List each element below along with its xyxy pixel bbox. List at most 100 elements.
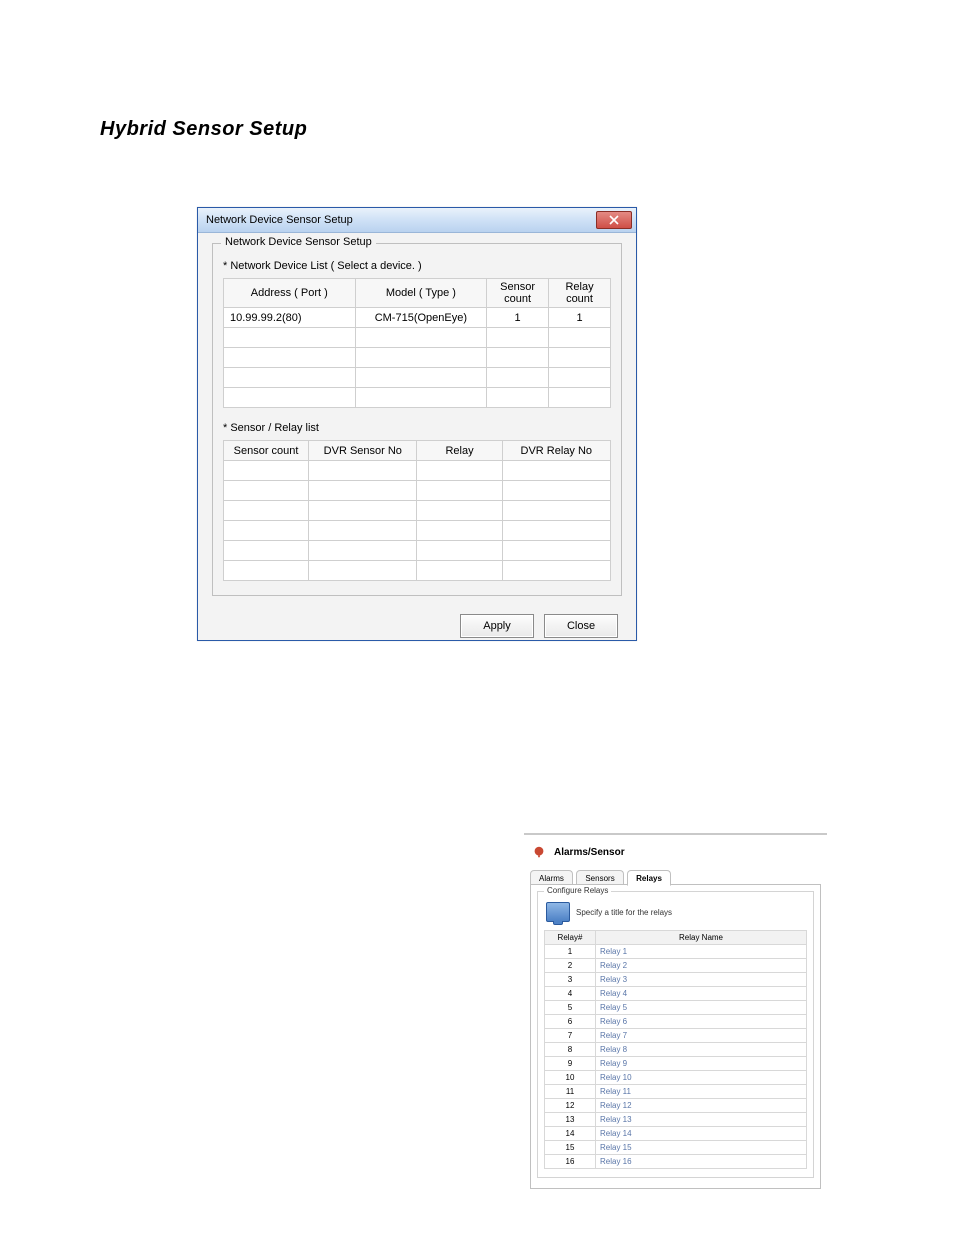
tab-alarms[interactable]: Alarms bbox=[530, 870, 573, 885]
network-device-sensor-setup-dialog: Network Device Sensor Setup Network Devi… bbox=[197, 207, 637, 641]
relay-row[interactable]: 9Relay 9 bbox=[545, 1057, 807, 1071]
sensor-relay-list-label: * Sensor / Relay list bbox=[223, 422, 611, 434]
sensor-row-empty bbox=[224, 461, 611, 481]
network-device-sensor-setup-group: Network Device Sensor Setup * Network De… bbox=[212, 243, 622, 596]
sensor-table-header-row: Sensor count DVR Sensor No Relay DVR Rel… bbox=[224, 441, 611, 461]
relay-num: 12 bbox=[545, 1099, 596, 1113]
relay-num: 10 bbox=[545, 1071, 596, 1085]
col-sensor-count-2: Sensor count bbox=[224, 441, 309, 461]
relay-row[interactable]: 5Relay 5 bbox=[545, 1001, 807, 1015]
close-icon bbox=[609, 215, 619, 225]
device-sensor-count: 1 bbox=[487, 308, 549, 328]
tab-relays[interactable]: Relays bbox=[627, 870, 671, 886]
relay-row[interactable]: 7Relay 7 bbox=[545, 1029, 807, 1043]
relay-name[interactable]: Relay 1 bbox=[596, 945, 807, 959]
relay-row[interactable]: 3Relay 3 bbox=[545, 973, 807, 987]
relay-num: 14 bbox=[545, 1127, 596, 1141]
relay-row[interactable]: 16Relay 16 bbox=[545, 1155, 807, 1169]
relay-name[interactable]: Relay 16 bbox=[596, 1155, 807, 1169]
relay-table[interactable]: Relay# Relay Name 1Relay 12Relay 23Relay… bbox=[544, 930, 807, 1169]
dialog-titlebar: Network Device Sensor Setup bbox=[198, 208, 636, 233]
relay-name[interactable]: Relay 8 bbox=[596, 1043, 807, 1057]
alarms-sensor-title: Alarms/Sensor bbox=[554, 847, 625, 858]
relay-num: 13 bbox=[545, 1113, 596, 1127]
relay-row[interactable]: 2Relay 2 bbox=[545, 959, 807, 973]
col-dvr-sensor-no: DVR Sensor No bbox=[309, 441, 417, 461]
dialog-title: Network Device Sensor Setup bbox=[206, 214, 353, 226]
close-button[interactable]: Close bbox=[544, 614, 618, 638]
close-window-button[interactable] bbox=[596, 211, 632, 229]
sensor-row-empty bbox=[224, 521, 611, 541]
device-relay-count: 1 bbox=[549, 308, 611, 328]
relay-num: 15 bbox=[545, 1141, 596, 1155]
col-relay-count: Relay count bbox=[549, 279, 611, 308]
device-row[interactable]: 10.99.99.2(80) CM-715(OpenEye) 1 1 bbox=[224, 308, 611, 328]
monitor-icon bbox=[546, 902, 570, 922]
relay-num: 2 bbox=[545, 959, 596, 973]
alarms-sensor-panel: Alarms/Sensor Alarms Sensors Relays Conf… bbox=[524, 833, 827, 1195]
relay-row[interactable]: 15Relay 15 bbox=[545, 1141, 807, 1155]
relay-name[interactable]: Relay 11 bbox=[596, 1085, 807, 1099]
device-table-header-row: Address ( Port ) Model ( Type ) Sensor c… bbox=[224, 279, 611, 308]
relay-row[interactable]: 8Relay 8 bbox=[545, 1043, 807, 1057]
col-address: Address ( Port ) bbox=[224, 279, 356, 308]
relay-row[interactable]: 6Relay 6 bbox=[545, 1015, 807, 1029]
relay-num: 6 bbox=[545, 1015, 596, 1029]
col-dvr-relay-no: DVR Relay No bbox=[502, 441, 610, 461]
relay-name[interactable]: Relay 6 bbox=[596, 1015, 807, 1029]
device-address: 10.99.99.2(80) bbox=[224, 308, 356, 328]
tab-row: Alarms Sensors Relays bbox=[530, 867, 821, 885]
relay-num: 16 bbox=[545, 1155, 596, 1169]
relay-num: 3 bbox=[545, 973, 596, 987]
relay-name[interactable]: Relay 12 bbox=[596, 1099, 807, 1113]
relay-name[interactable]: Relay 2 bbox=[596, 959, 807, 973]
relay-row[interactable]: 13Relay 13 bbox=[545, 1113, 807, 1127]
bell-icon bbox=[532, 845, 546, 859]
apply-button[interactable]: Apply bbox=[460, 614, 534, 638]
relay-num: 9 bbox=[545, 1057, 596, 1071]
relay-header-row: Relay# Relay Name bbox=[545, 931, 807, 945]
relay-num: 11 bbox=[545, 1085, 596, 1099]
col-model: Model ( Type ) bbox=[355, 279, 487, 308]
relay-name[interactable]: Relay 14 bbox=[596, 1127, 807, 1141]
relay-name[interactable]: Relay 4 bbox=[596, 987, 807, 1001]
relay-name[interactable]: Relay 13 bbox=[596, 1113, 807, 1127]
tab-sensors[interactable]: Sensors bbox=[576, 870, 623, 885]
relay-row[interactable]: 11Relay 11 bbox=[545, 1085, 807, 1099]
col-relay-name: Relay Name bbox=[596, 931, 807, 945]
sensor-row-empty bbox=[224, 561, 611, 581]
relay-name[interactable]: Relay 9 bbox=[596, 1057, 807, 1071]
device-list-table[interactable]: Address ( Port ) Model ( Type ) Sensor c… bbox=[223, 278, 611, 408]
device-row-empty bbox=[224, 388, 611, 408]
device-row-empty bbox=[224, 348, 611, 368]
device-list-label: * Network Device List ( Select a device.… bbox=[223, 260, 611, 272]
relay-name[interactable]: Relay 5 bbox=[596, 1001, 807, 1015]
col-relay: Relay bbox=[417, 441, 502, 461]
sensor-row-empty bbox=[224, 541, 611, 561]
hint-text: Specify a title for the relays bbox=[576, 908, 672, 917]
relay-row[interactable]: 1Relay 1 bbox=[545, 945, 807, 959]
device-model: CM-715(OpenEye) bbox=[355, 308, 487, 328]
relay-num: 5 bbox=[545, 1001, 596, 1015]
group-legend: Network Device Sensor Setup bbox=[221, 236, 376, 248]
relay-num: 4 bbox=[545, 987, 596, 1001]
relay-row[interactable]: 4Relay 4 bbox=[545, 987, 807, 1001]
relay-num: 7 bbox=[545, 1029, 596, 1043]
configure-relays-group: Configure Relays Specify a title for the… bbox=[537, 891, 814, 1178]
configure-relays-legend: Configure Relays bbox=[544, 886, 611, 895]
col-relay-num: Relay# bbox=[545, 931, 596, 945]
relay-name[interactable]: Relay 10 bbox=[596, 1071, 807, 1085]
sensor-row-empty bbox=[224, 481, 611, 501]
sensor-relay-table[interactable]: Sensor count DVR Sensor No Relay DVR Rel… bbox=[223, 440, 611, 581]
relay-name[interactable]: Relay 7 bbox=[596, 1029, 807, 1043]
relay-row[interactable]: 12Relay 12 bbox=[545, 1099, 807, 1113]
relay-num: 8 bbox=[545, 1043, 596, 1057]
relay-row[interactable]: 14Relay 14 bbox=[545, 1127, 807, 1141]
page-title: Hybrid Sensor Setup bbox=[100, 118, 307, 141]
relay-name[interactable]: Relay 3 bbox=[596, 973, 807, 987]
relay-row[interactable]: 10Relay 10 bbox=[545, 1071, 807, 1085]
col-sensor-count: Sensor count bbox=[487, 279, 549, 308]
relay-name[interactable]: Relay 15 bbox=[596, 1141, 807, 1155]
hint-row: Specify a title for the relays bbox=[544, 898, 807, 930]
device-row-empty bbox=[224, 328, 611, 348]
